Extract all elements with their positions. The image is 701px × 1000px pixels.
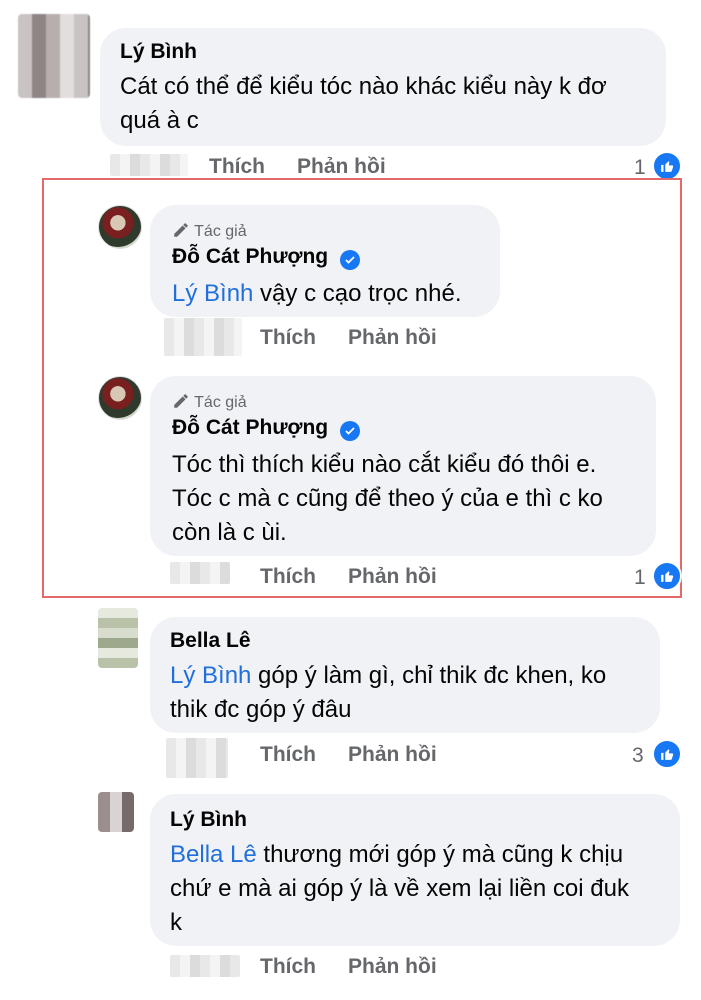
commenter-name[interactable]: Lý Bình [120,40,197,64]
verified-badge-icon [339,421,360,441]
comment-line: Bella Lê thương mới góp ý mà cũng k chịu [170,838,629,872]
comment-text-content: thương mới góp ý mà cũng k chịu [256,841,624,868]
like-button[interactable]: Thích [260,565,316,589]
commenter-name-text: Đỗ Cát Phượng [172,245,329,268]
reply-button[interactable]: Phản hồi [348,326,437,350]
timestamp[interactable] [170,562,230,584]
comment-line: Tóc thì thích kiểu nào cắt kiểu đó thôi … [172,451,597,478]
author-avatar[interactable] [98,205,142,249]
author-badge: Tác giả [172,392,247,412]
like-count[interactable]: 3 [632,744,644,768]
mention-link[interactable]: Bella Lê [170,841,257,868]
like-button[interactable]: Thích [209,155,265,179]
commenter-name[interactable]: Đỗ Cát Phượng [172,245,360,270]
comment-text-content: vậy c cạo trọc nhé. [253,280,462,307]
timestamp[interactable] [164,318,242,356]
author-tag-label: Tác giả [194,223,247,240]
commenter-name[interactable]: Lý Bình [170,808,247,832]
comment-bubble: Lý Bình Cát có thể để kiểu tóc nào khác … [100,28,666,146]
comment-bubble: Lý Bình Bella Lê thương mới góp ý mà cũn… [150,794,680,946]
commenter-name-text: Đỗ Cát Phượng [172,416,329,439]
comment-bubble: Bella Lê Lý Bình góp ý làm gì, chỉ thik … [150,617,660,733]
avatar[interactable] [98,792,134,832]
timestamp[interactable] [170,955,240,977]
comment-line: thik đc góp ý đâu [170,696,352,723]
like-count[interactable]: 1 [634,156,646,180]
mention-link[interactable]: Lý Bình [172,280,253,307]
comment-line: Tóc c mà c cũng để theo ý của e thì c ko [172,485,603,512]
comment-text: Cát có thể để kiểu tóc nào khác kiểu này… [120,70,640,138]
avatar[interactable] [98,608,138,668]
comment-line: còn là c ùi. [172,519,287,546]
thumbs-up-icon[interactable] [652,561,682,591]
reply-button[interactable]: Phản hồi [348,955,437,979]
timestamp[interactable] [110,154,188,176]
comment-line: chứ e mà ai góp ý là về xem lại liền coi… [170,875,629,902]
comment-line: Lý Bình góp ý làm gì, chỉ thik đc khen, … [170,659,606,693]
mention-link[interactable]: Lý Bình [170,662,251,689]
comment-text-content: Cát có thể để kiểu tóc nào khác kiểu này… [120,73,607,134]
reply-button[interactable]: Phản hồi [297,155,386,179]
comment-text: Tóc thì thích kiểu nào cắt kiểu đó thôi … [172,448,603,550]
commenter-name[interactable]: Bella Lê [170,629,251,653]
avatar[interactable] [18,14,90,98]
reply-button[interactable]: Phản hồi [348,565,437,589]
comment-bubble: Tác giả Đỗ Cát Phượng Lý Bình vậy c cạo … [150,205,500,317]
like-button[interactable]: Thích [260,955,316,979]
author-badge: Tác giả [172,221,247,241]
like-button[interactable]: Thích [260,326,316,350]
like-button[interactable]: Thích [260,743,316,767]
timestamp[interactable] [166,738,228,778]
comment-line: k [170,909,182,936]
comment-text: Lý Bình vậy c cạo trọc nhé. [172,277,462,311]
author-tag-label: Tác giả [194,394,247,411]
reply-button[interactable]: Phản hồi [348,743,437,767]
like-count[interactable]: 1 [634,566,646,590]
comment-text: Bella Lê thương mới góp ý mà cũng k chịu… [170,838,629,940]
commenter-name[interactable]: Đỗ Cát Phượng [172,416,360,441]
comment-text-content: góp ý làm gì, chỉ thik đc khen, ko [251,662,607,689]
comment-bubble: Tác giả Đỗ Cát Phượng Tóc thì thích kiểu… [150,376,656,556]
thumbs-up-icon[interactable] [652,151,682,181]
verified-badge-icon [339,250,360,270]
author-avatar[interactable] [98,376,142,420]
pencil-icon [174,223,188,237]
pencil-icon [174,394,188,408]
comment-text: Lý Bình góp ý làm gì, chỉ thik đc khen, … [170,659,606,727]
thumbs-up-icon[interactable] [652,739,682,769]
